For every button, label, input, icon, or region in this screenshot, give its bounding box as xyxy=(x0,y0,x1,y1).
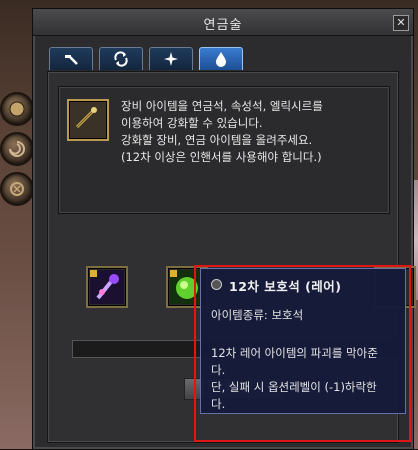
window-title: 연금술 xyxy=(203,18,243,33)
equipment-slot[interactable] xyxy=(67,99,109,141)
description-line: 강화할 장비, 연금 아이템을 올려주세요. xyxy=(121,133,313,147)
water-drop-icon xyxy=(216,52,226,67)
cycle-arrows-icon xyxy=(114,51,128,67)
side-button-rune[interactable] xyxy=(0,172,34,206)
description-text: 장비 아이템을 연금석, 속성석, 엘릭시르를 이용하여 강화할 수 있습니다.… xyxy=(121,98,391,166)
tab-hammer[interactable] xyxy=(49,47,93,70)
rune-icon xyxy=(10,182,24,196)
hammer-icon xyxy=(65,55,78,65)
orb-icon xyxy=(9,101,25,117)
staff-icon xyxy=(75,107,97,129)
description-line: 이용하여 강화할 수 있습니다. xyxy=(121,116,263,130)
tab-sparkle[interactable] xyxy=(149,47,193,70)
tab-drop[interactable] xyxy=(199,47,243,70)
sparkle-icon xyxy=(164,52,178,66)
close-button[interactable]: ✕ xyxy=(393,15,409,31)
highlight-box xyxy=(194,265,411,442)
enhancer-item-icon xyxy=(90,270,124,304)
tab-cycle[interactable] xyxy=(99,47,143,70)
description-line: 장비 아이템을 연금석, 속성석, 엘릭시르를 xyxy=(121,99,323,113)
title-bar[interactable]: 연금술 ✕ xyxy=(33,9,413,36)
side-button-orb[interactable] xyxy=(0,92,34,126)
swirl-icon xyxy=(9,141,25,157)
description-line: (12차 이상은 인핸서를 사용해야 합니다.) xyxy=(121,150,322,164)
side-button-swirl[interactable] xyxy=(0,132,34,166)
description-box: 장비 아이템을 연금석, 속성석, 엘릭시르를 이용하여 강화할 수 있습니다.… xyxy=(58,86,390,214)
item-slot-enhance[interactable] xyxy=(86,266,128,308)
